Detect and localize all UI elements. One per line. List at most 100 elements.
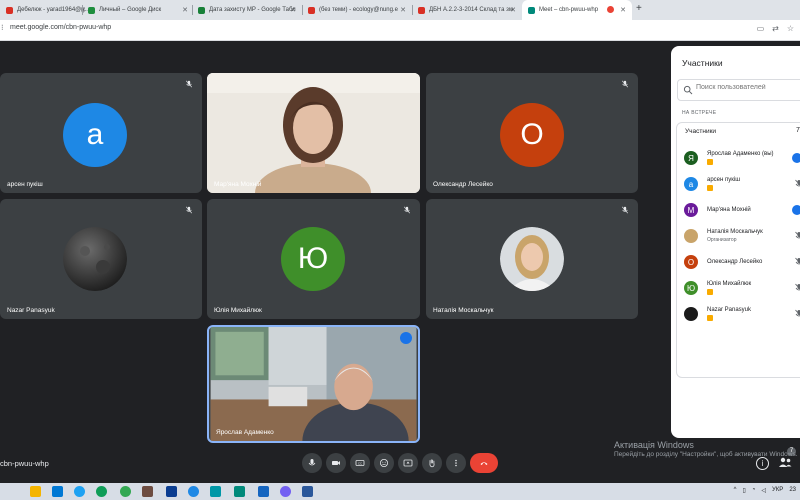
browser-tab-dbn[interactable]: ДБН А.2.2-3-2014 Склад та зм ✕ [412,0,522,20]
video-tile-nazar[interactable]: Nazar Panasyuk [0,199,202,319]
speaking-indicator-icon [400,332,412,344]
hand-icon [429,459,435,468]
battery-icon[interactable]: ▯ [742,487,745,494]
video-tile-maryana[interactable]: Мар'яна Мохній [207,73,420,193]
video-tile-yaroslav-self[interactable]: Ярослав Адаменко [207,325,420,443]
participant-row[interactable]: а арсен пукіш [684,174,800,194]
chrome-icon[interactable] [96,486,107,497]
mic-off-icon [795,231,800,239]
video-tile-nataliia[interactable]: Наталія Москальчук [426,199,638,319]
new-tab-button[interactable]: + [636,3,642,14]
app-icon[interactable] [188,486,199,497]
file-explorer-icon[interactable] [30,486,41,497]
mic-off-icon [795,309,800,317]
raise-hand-button[interactable] [422,453,442,473]
participant-row[interactable]: Ю Юлія Михайлюк [684,278,800,298]
app-icon[interactable] [166,486,177,497]
close-tab-icon[interactable]: ✕ [510,6,516,14]
clock[interactable]: 23 [789,487,796,494]
emoji-icon [380,459,388,467]
present-screen-icon [403,459,413,467]
windows-activation-title: Активація Windows [614,440,694,450]
group-title[interactable]: Участники [685,128,716,135]
volume-icon[interactable]: ◁ [761,487,766,494]
video-tile-yuliia[interactable]: Ю Юлія Михайлюк [207,199,420,319]
language-indicator[interactable]: УКР [772,487,783,494]
viber-icon[interactable] [280,486,291,497]
participant-row[interactable]: Nazar Panasyuk [684,304,800,324]
present-button[interactable] [398,453,418,473]
meet-icon [528,6,535,14]
mic-off-icon [795,257,800,265]
leave-call-button[interactable] [470,453,498,473]
participant-row[interactable]: О Олександр Лесейко [684,252,800,272]
close-tab-icon[interactable]: ✕ [620,6,626,14]
avatar: а [63,103,127,167]
mic-off-icon [621,80,629,88]
avatar-photo [500,227,564,291]
app-icon[interactable] [234,486,245,497]
video-camera-icon [332,461,340,465]
close-tab-icon[interactable]: ✕ [182,6,188,14]
more-vert-icon [455,459,457,467]
close-tab-icon[interactable]: ✕ [290,6,296,14]
participant-row[interactable]: М Мар'яна Мохній [684,200,800,220]
avatar-photo [63,227,127,291]
meeting-code: cbn-pwuu-whp [0,459,49,468]
app-icon[interactable] [142,486,153,497]
chevron-up-icon[interactable]: ^ [734,487,737,494]
url-text[interactable]: meet.google.com/cbn-pwuu-whp [10,24,111,31]
browser-tab-mail[interactable]: Дебелюк - yarad1964@g... ✕ [0,0,92,20]
tab-label: (без теми) - ecology@nung.e [319,7,398,13]
close-tab-icon[interactable]: ✕ [400,6,406,14]
participant-row[interactable]: Я Ярослав Адаменко (вы) [684,148,800,168]
host-badge-icon [707,159,713,165]
host-badge-icon [707,289,713,295]
edge-icon[interactable] [74,486,85,497]
store-icon[interactable] [52,486,63,497]
app-icon[interactable] [210,486,221,497]
gmail-icon [308,6,315,14]
translate-icon[interactable]: ⇄ [772,24,779,33]
microphone-button[interactable] [302,453,322,473]
browser-tab-drive[interactable]: Личный – Google Диск ✕ [82,0,194,20]
site-info-icon[interactable]: ⁝ [1,23,4,32]
chrome-active-icon[interactable] [120,486,131,497]
mic-off-icon [185,206,193,214]
participant-name: арсен пукіш [707,177,741,183]
search-input[interactable] [696,84,800,91]
captions-button[interactable]: CC [350,453,370,473]
bookmark-star-icon[interactable]: ☆ [787,24,794,33]
drive-icon [88,6,95,14]
browser-tab-sheets[interactable]: Дата захисту МР - Google Табл ✕ [192,0,302,20]
participant-avatar-photo [684,307,698,321]
search-icon [683,85,693,95]
participant-row[interactable]: Наталія Москальчук Организатор [684,226,800,246]
mic-off-icon [185,80,193,88]
camera-feed [207,73,420,193]
mic-off-icon [403,206,411,214]
camera-icon[interactable]: ▭ [757,24,765,33]
participant-name: Мар'яна Мохній [707,207,751,213]
svg-text:CC: CC [358,461,363,465]
info-icon[interactable]: i [756,457,769,470]
video-tile-oleksandr[interactable]: О Олександр Лесейко [426,73,638,193]
app-icon[interactable] [258,486,269,497]
address-bar[interactable]: ⁝ meet.google.com/cbn-pwuu-whp ▭ ⇄ ☆ [0,20,800,41]
video-tile-arsen[interactable]: а арсен пукіш [0,73,202,193]
participant-name: Ярослав Адаменко (вы) [707,151,774,157]
participant-avatar: а [684,177,698,191]
mic-off-icon [621,206,629,214]
participant-search[interactable] [677,79,800,101]
reactions-button[interactable] [374,453,394,473]
hang-up-icon [480,462,488,465]
browser-tab-gmail[interactable]: (без теми) - ecology@nung.e ✕ [302,0,412,20]
network-icon[interactable]: ◔ [752,487,756,494]
camera-button[interactable] [326,453,346,473]
sheets-icon [198,6,205,14]
section-label: НА ВСТРЕЧЕ [682,110,717,116]
tab-label: Дебелюк - yarad1964@g... [17,7,90,13]
word-icon[interactable] [302,486,313,497]
more-options-button[interactable] [446,453,466,473]
browser-tab-meet[interactable]: Meet – cbn-pwuu-whp ✕ [522,0,632,20]
